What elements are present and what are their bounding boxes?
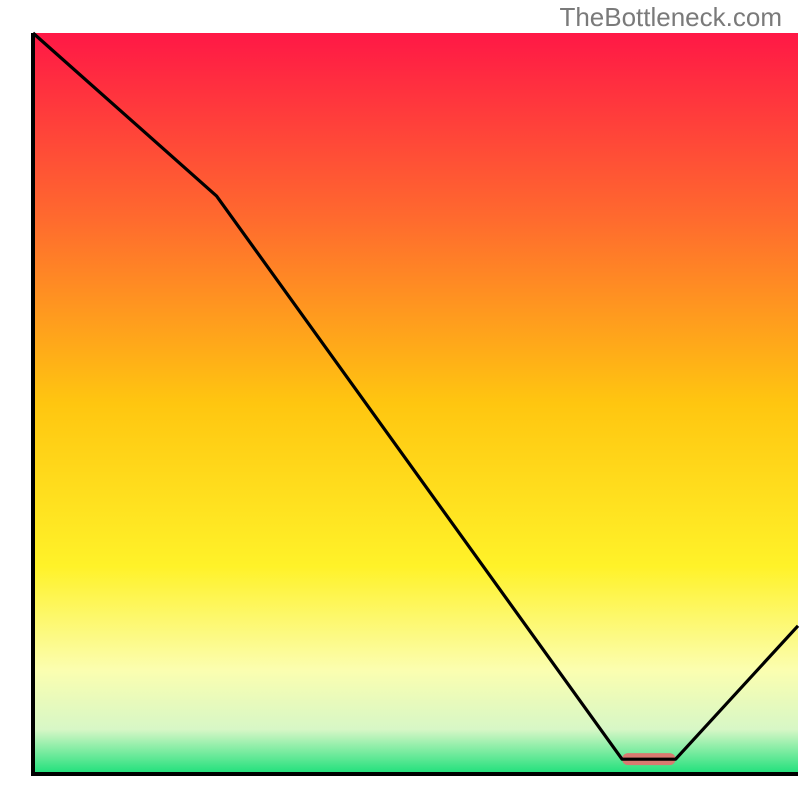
gradient-background bbox=[33, 33, 798, 774]
chart-container: TheBottleneck.com bbox=[0, 0, 800, 800]
bottleneck-chart bbox=[0, 0, 800, 800]
